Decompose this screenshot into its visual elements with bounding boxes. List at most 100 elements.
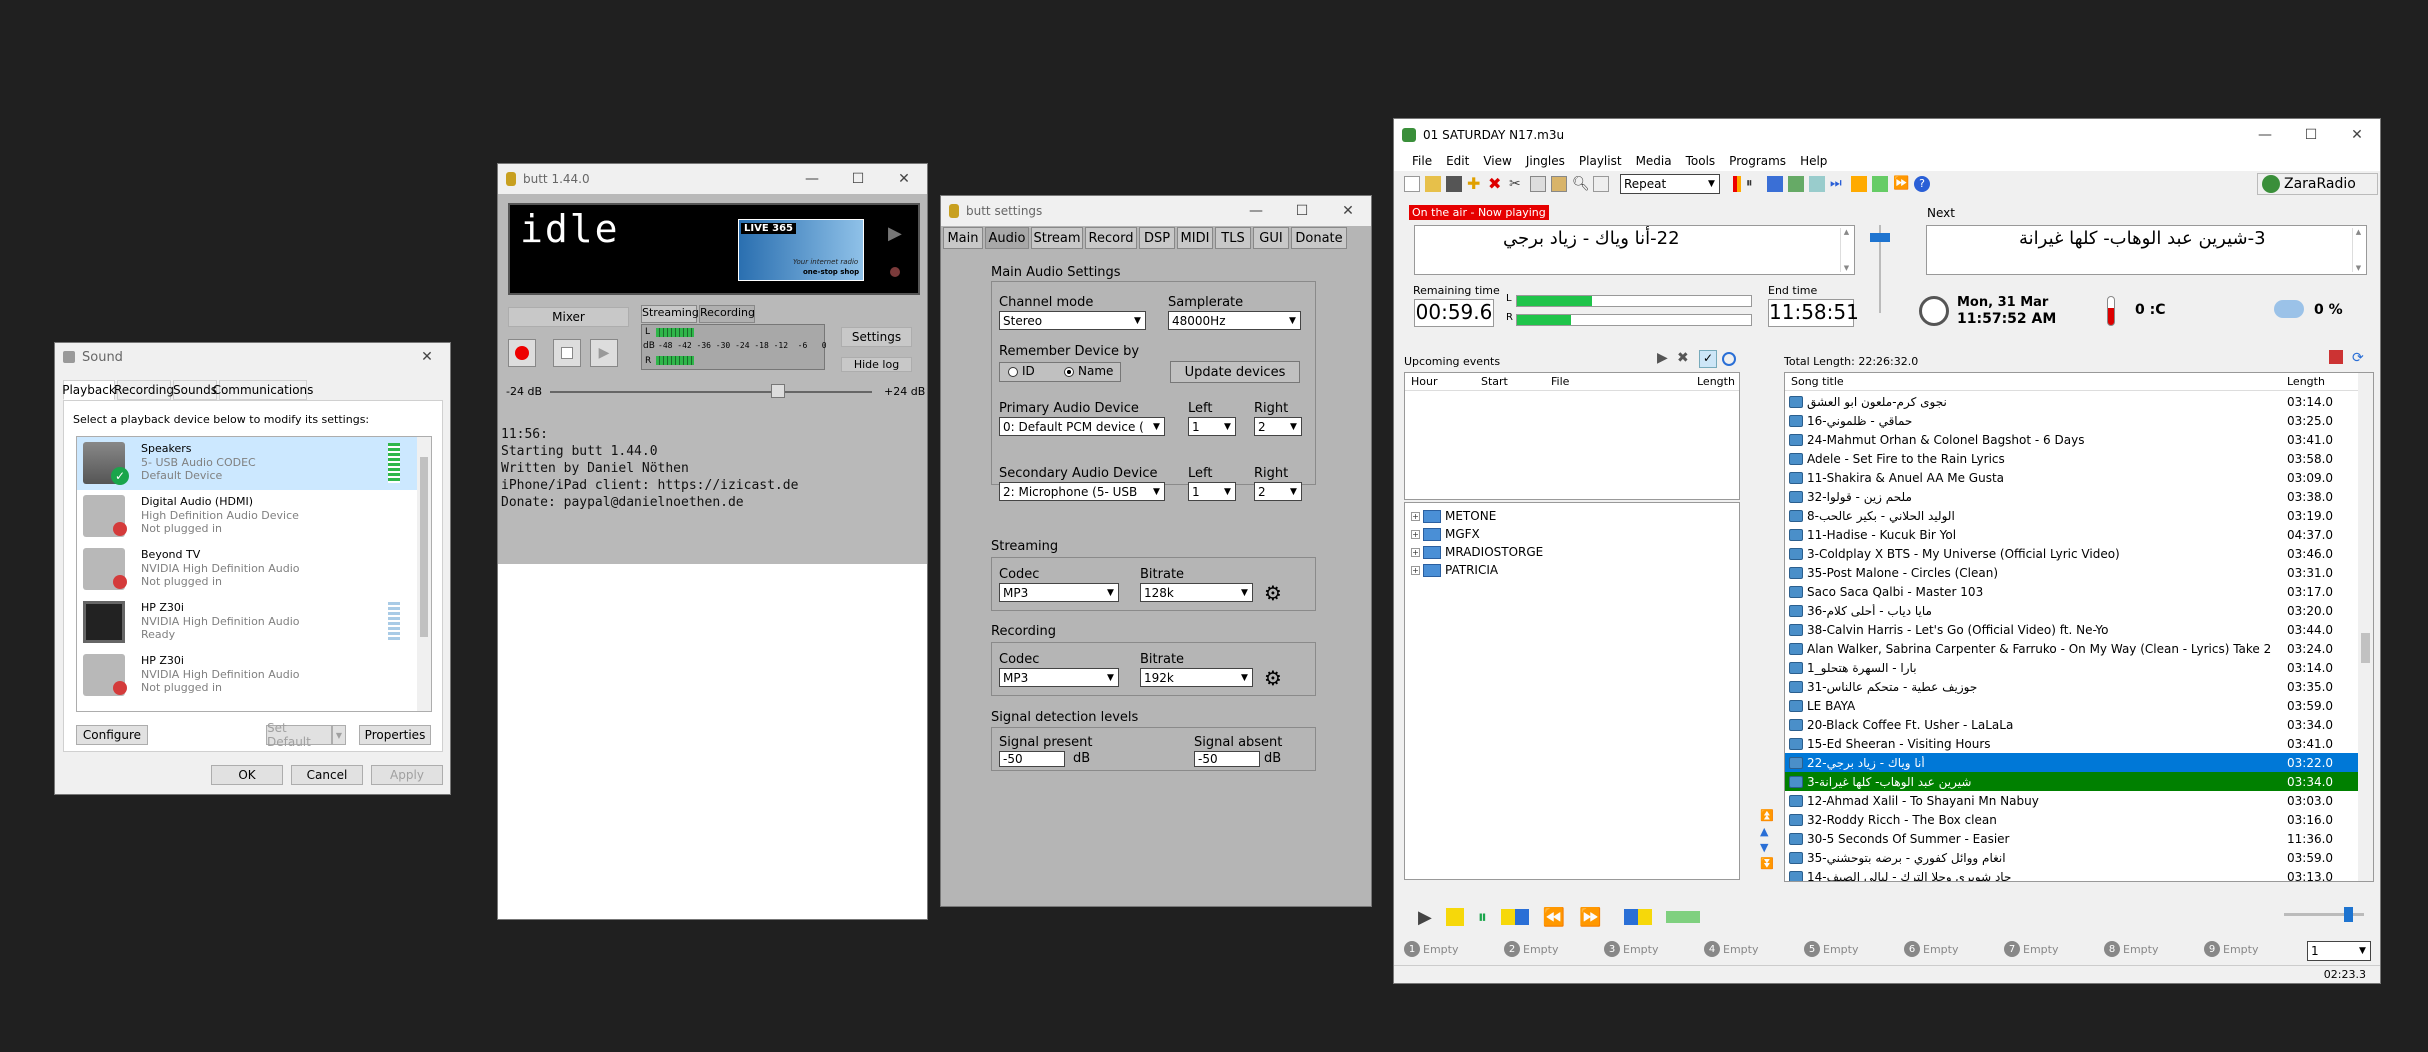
- playlist-row[interactable]: 30-5 Seconds Of Summer - Easier 11:36.0: [1785, 829, 2359, 848]
- cart-select[interactable]: 1 ▼: [2307, 941, 2371, 961]
- tree-item-mradiostorge[interactable]: + MRADIOSTORGE: [1411, 545, 1543, 559]
- col-hour[interactable]: Hour: [1411, 375, 1438, 388]
- move-down-icon[interactable]: ▼: [1760, 841, 1778, 854]
- samplerate-select[interactable]: 48000Hz ▼: [1168, 311, 1301, 330]
- device-hdmi[interactable]: Digital Audio (HDMI) High Definition Aud…: [77, 490, 431, 543]
- mixer-button[interactable]: Mixer: [508, 307, 629, 327]
- minimize-icon[interactable]: —: [1233, 196, 1279, 226]
- tab-main[interactable]: Main: [943, 227, 983, 249]
- refresh-icon[interactable]: ⟳: [2352, 350, 2364, 366]
- tab-tls[interactable]: TLS: [1215, 227, 1251, 249]
- menu-programs[interactable]: Programs: [1722, 154, 1793, 168]
- settings-button[interactable]: Settings: [841, 327, 912, 347]
- primary-device-select[interactable]: 0: Default PCM device (▼: [999, 417, 1165, 436]
- streaming-codec-select[interactable]: MP3 ▼: [999, 583, 1119, 602]
- playlist-row[interactable]: Alan Walker, Sabrina Carpenter & Farruko…: [1785, 639, 2359, 658]
- jump-icon[interactable]: [1872, 176, 1888, 192]
- cart-slot[interactable]: 4 Empty: [1704, 941, 1758, 957]
- add-icon[interactable]: ✚: [1467, 176, 1483, 192]
- hide-log-button[interactable]: Hide log: [841, 357, 912, 372]
- sort-icon[interactable]: [1767, 176, 1783, 192]
- device-hp-z30i-2[interactable]: HP Z30i NVIDIA High Definition Audio Not…: [77, 649, 431, 702]
- expand-icon[interactable]: +: [1411, 529, 1420, 539]
- delete-icon[interactable]: ✖: [1488, 176, 1504, 192]
- playlist-row[interactable]: 1_بارا - السهرة هتحلو 03:14.0: [1785, 658, 2359, 677]
- playlist-row[interactable]: 3-Coldplay X BTS - My Universe (Official…: [1785, 544, 2359, 563]
- rewind-icon[interactable]: ⏪: [1543, 907, 1565, 928]
- playlist-row[interactable]: 32-Roddy Ricch - The Box clean 03:16.0: [1785, 810, 2359, 829]
- playlist-row[interactable]: LE BAYA 03:59.0: [1785, 696, 2359, 715]
- tab-streaming[interactable]: Streaming: [641, 305, 699, 323]
- col-length[interactable]: Length: [1697, 375, 1735, 388]
- cart-slot[interactable]: 1 Empty: [1404, 941, 1458, 957]
- tab-donate[interactable]: Donate: [1291, 227, 1347, 249]
- signal-absent-input[interactable]: -50: [1194, 751, 1260, 767]
- recording-gear-icon[interactable]: ⚙: [1264, 666, 1282, 690]
- scroll-chevrons-icon[interactable]: ▲ ▼: [2352, 228, 2364, 272]
- set-default-dropdown[interactable]: ▼: [332, 725, 346, 745]
- play-button[interactable]: ▶: [590, 339, 618, 367]
- copy-icon[interactable]: [1530, 176, 1546, 192]
- skip-icon[interactable]: ⏭: [1830, 176, 1846, 192]
- cart-slot[interactable]: 8 Empty: [2104, 941, 2158, 957]
- pause-icon[interactable]: ⏸: [1478, 907, 1487, 928]
- tab-sounds[interactable]: Sounds: [173, 380, 217, 400]
- device-speakers[interactable]: ✓ Speakers 5- USB Audio CODEC Default De…: [77, 437, 431, 490]
- maximize-icon[interactable]: ☐: [2288, 120, 2334, 150]
- pause-mode-icon[interactable]: ⏸: [1746, 176, 1762, 192]
- playlist-row[interactable]: 8-الوليد الحلاني - بكير عالحب 03:19.0: [1785, 506, 2359, 525]
- search-icon[interactable]: 🔍︎: [1572, 176, 1590, 192]
- col-start[interactable]: Start: [1481, 375, 1508, 388]
- play-event-icon[interactable]: ▶: [1657, 350, 1668, 366]
- set-default-button[interactable]: Set Default: [266, 721, 332, 749]
- open-icon[interactable]: [1425, 176, 1441, 192]
- signal-present-input[interactable]: -50: [999, 751, 1065, 767]
- tab-recording[interactable]: Recording: [699, 305, 755, 323]
- playlist-row[interactable]: 36-مايا دياب - أحلى كلام 03:20.0: [1785, 601, 2359, 620]
- forward-icon[interactable]: ⏩: [1579, 907, 1601, 928]
- help-icon[interactable]: ?: [1914, 176, 1930, 192]
- menu-tools[interactable]: Tools: [1679, 154, 1723, 168]
- stop-button[interactable]: [553, 339, 581, 367]
- tab-recording[interactable]: Recording: [114, 380, 174, 400]
- tab-midi[interactable]: MIDI: [1177, 227, 1213, 249]
- menu-media[interactable]: Media: [1629, 154, 1679, 168]
- properties-button[interactable]: Properties: [359, 725, 431, 745]
- device-beyond-tv[interactable]: Beyond TV NVIDIA High Definition Audio N…: [77, 543, 431, 596]
- grid-icon[interactable]: [1788, 176, 1804, 192]
- play-icon[interactable]: ▶: [1418, 907, 1432, 928]
- playlist-row[interactable]: 35-انغام ووائل كفوري - برضه بتوحشني 03:59…: [1785, 848, 2359, 867]
- playlist-row[interactable]: 14-جاد شويري وحلا الترك - ليالي الصيف 03:…: [1785, 867, 2359, 881]
- pitch-thumb[interactable]: [2344, 907, 2353, 922]
- cart-slot[interactable]: 5 Empty: [1804, 941, 1858, 957]
- play-arrow-icon[interactable]: ▶: [888, 223, 902, 244]
- maximize-icon[interactable]: ☐: [1279, 196, 1325, 226]
- maximize-icon[interactable]: ☐: [835, 164, 881, 194]
- print-icon[interactable]: [2329, 350, 2343, 364]
- repeat-select[interactable]: Repeat ▼: [1620, 174, 1720, 194]
- primary-right-select[interactable]: 2 ▼: [1254, 417, 1302, 436]
- tab-stream[interactable]: Stream: [1031, 227, 1083, 249]
- playlist-row[interactable]: 11-Shakira & Anuel AA Me Gusta 03:09.0: [1785, 468, 2359, 487]
- minimize-icon[interactable]: —: [789, 164, 835, 194]
- volume-thumb[interactable]: [1870, 233, 1890, 242]
- insert-icon[interactable]: [1623, 909, 1652, 925]
- menu-jingles[interactable]: Jingles: [1519, 154, 1572, 168]
- channel-mode-select[interactable]: Stereo ▼: [999, 311, 1146, 330]
- pitch-slider[interactable]: [2284, 907, 2364, 922]
- menu-playlist[interactable]: Playlist: [1572, 154, 1629, 168]
- playlist-row[interactable]: 32-ملحم زين - قولوا 03:38.0: [1785, 487, 2359, 506]
- tab-dsp[interactable]: DSP: [1139, 227, 1175, 249]
- recording-bitrate-select[interactable]: 192k ▼: [1140, 668, 1253, 687]
- move-top-icon[interactable]: ⏫: [1760, 809, 1778, 822]
- expand-icon[interactable]: +: [1411, 565, 1420, 575]
- scroll-thumb[interactable]: [2361, 633, 2370, 663]
- move-up-icon[interactable]: ▲: [1760, 825, 1778, 838]
- update-devices-button[interactable]: Update devices: [1170, 361, 1300, 383]
- volume-slider[interactable]: [1869, 225, 1891, 315]
- tree-item-patricia[interactable]: + PATRICIA: [1411, 563, 1498, 577]
- secondary-device-select[interactable]: 2: Microphone (5- USB ▼: [999, 482, 1165, 501]
- close-icon[interactable]: ✕: [1325, 196, 1371, 226]
- cart-slot[interactable]: 7 Empty: [2004, 941, 2058, 957]
- stop-icon[interactable]: [1445, 908, 1464, 926]
